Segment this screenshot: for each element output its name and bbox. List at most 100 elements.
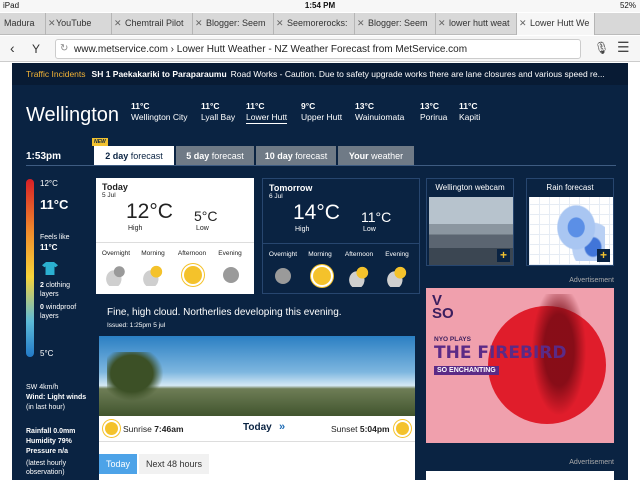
location-temp: 9°C [301, 101, 316, 111]
observation-note: (latest hourly observation) [26, 460, 67, 476]
sunrise-label: Sunrise [123, 424, 152, 434]
tab-label-bold: 5 day [186, 151, 210, 161]
feels-like-label: Feels like [40, 234, 70, 241]
tab-label: YouTube [56, 18, 92, 28]
alert-title[interactable]: Traffic Incidents [26, 69, 86, 79]
tab-label: forecast [292, 151, 328, 161]
reload-icon[interactable]: ↻ [60, 43, 68, 54]
forecast-summary: Fine, high cloud. Northerlies developing… [107, 307, 342, 318]
tab-your-weather[interactable]: Your weather [338, 146, 414, 165]
tab-5-day-forecast[interactable]: 5 day forecast [176, 146, 254, 165]
browser-tab[interactable]: ✕ lower hutt weat [436, 13, 517, 35]
location-upper-hutt[interactable]: 9°C Upper Hutt [301, 101, 342, 123]
tab-next-48-hours[interactable]: Next 48 hours [139, 454, 210, 474]
rain-forecast-panel[interactable]: Rain forecast + [526, 178, 614, 266]
date-label: 5 Jul [102, 192, 116, 199]
expand-rain-icon[interactable]: + [597, 249, 610, 262]
high-label: High [128, 225, 143, 232]
firebird-advert[interactable]: V SO NYO PLAYS THE FIREBIRD SO ENCHANTING [426, 288, 614, 443]
location-lower-hutt[interactable]: 11°C Lower Hutt [246, 101, 288, 124]
feels-like-value: 11°C [40, 243, 58, 252]
period-label: Evening [218, 250, 242, 257]
webcam-panel[interactable]: Wellington webcam + [426, 178, 514, 266]
windproof-label: windproof layers [40, 304, 77, 320]
current-temperature: 11°C [40, 197, 69, 212]
close-tab-icon[interactable]: ✕ [195, 18, 203, 29]
next-day-icon[interactable]: » [279, 421, 285, 433]
microphone-icon[interactable]: 🎙 [594, 41, 609, 55]
tab-label-bold: 10 day [264, 151, 293, 161]
browser-tab[interactable]: ✕ YouTube [46, 13, 112, 35]
today-forecast-card[interactable]: Today 5 Jul 12°C 5°C High Low Overnight … [96, 178, 254, 294]
tab-label-bold: Your [348, 151, 369, 161]
browser-tab[interactable]: ✕ Blogger: Seem [355, 13, 436, 35]
expand-webcam-icon[interactable]: + [497, 249, 510, 262]
browser-tab[interactable]: ✕ Blogger: Seem [193, 13, 274, 35]
ad-subtitle: SO ENCHANTING [434, 366, 499, 375]
browser-tab[interactable]: ✕ Chemtrail Pilot [112, 13, 193, 35]
cloud-sun-icon [386, 265, 408, 287]
thermometer-max: 12°C [40, 179, 58, 188]
clothing-label: clothing layers [40, 282, 70, 298]
close-tab-icon[interactable]: ✕ [519, 18, 527, 29]
browser-tab[interactable]: Madura [0, 13, 46, 35]
menu-icon[interactable]: ☰ [617, 39, 630, 56]
browser-tab[interactable]: ✕ Seemorerocks: [274, 13, 355, 35]
period-label: Afternoon [344, 251, 374, 258]
thermometer-min: 5°C [40, 349, 54, 358]
tab-label: weather [368, 151, 404, 161]
high-label: High [295, 226, 310, 233]
tab-label: Chemtrail Pilot [125, 18, 184, 28]
alert-text: Road Works - Caution. Due to safety upgr… [230, 69, 605, 79]
tomorrow-forecast-card[interactable]: Tomorrow 6 Jul 14°C 11°C High Low Overni… [262, 178, 420, 294]
advert-slot[interactable] [426, 471, 614, 480]
browser-tab-active[interactable]: ✕ Lower Hutt We [517, 13, 595, 35]
location-kapiti[interactable]: 11°C Kapiti [459, 101, 480, 123]
tab-2-day-forecast[interactable]: NEW 2 day forecast [92, 138, 174, 165]
ad-label: Advertisement [569, 277, 614, 284]
metservice-page: Traffic Incidents SH 1 Paekakariki to Par… [12, 63, 628, 480]
low-temp: 5°C [194, 208, 218, 224]
reader-icon[interactable]: Y [32, 42, 40, 56]
back-icon[interactable]: ‹ [10, 40, 15, 56]
location-name: Porirua [420, 112, 448, 122]
close-tab-icon[interactable]: ✕ [357, 18, 365, 29]
close-tab-icon[interactable]: ✕ [276, 18, 284, 29]
ad-kicker: NYO PLAYS [434, 336, 471, 343]
tab-bar: Madura ✕ YouTube ✕ Chemtrail Pilot ✕ Blogge… [0, 13, 640, 35]
tab-label: Lower Hutt We [530, 18, 590, 28]
status-bar: iPad 1:54 PM 52% [0, 0, 640, 12]
location-lyall-bay[interactable]: 11°C Lyall Bay [201, 101, 235, 123]
url-text: www.metservice.com › Lower Hutt Weather … [74, 44, 468, 55]
divider [96, 242, 254, 243]
location-name: Lower Hutt [246, 112, 288, 124]
location-wainuiomata[interactable]: 13°C Wainuiomata [355, 101, 404, 123]
close-tab-icon[interactable]: ✕ [438, 18, 446, 29]
tab-today[interactable]: Today [99, 454, 138, 474]
sunset-icon [396, 422, 409, 435]
rainfall: Rainfall 0.0mm [26, 428, 76, 435]
battery-level: 52% [619, 1, 636, 10]
pressure: Pressure n/a [26, 448, 69, 455]
hourly-tabs: Today Next 48 hours [99, 450, 415, 474]
location-temp: 13°C [355, 101, 374, 111]
sunrise-icon [105, 422, 118, 435]
tree-shape [107, 352, 169, 406]
date-label: 6 Jul [269, 193, 283, 200]
close-tab-icon[interactable]: ✕ [114, 18, 122, 29]
landscape-photo [99, 336, 415, 416]
low-temp: 11°C [361, 209, 392, 225]
location-wellington-city[interactable]: 11°C Wellington City [131, 101, 188, 123]
close-tab-icon[interactable]: ✕ [48, 18, 56, 29]
nzso-logo: V SO [432, 293, 454, 321]
alert-road: SH 1 Paekakariki to Paraparaumu [91, 69, 227, 79]
location-temp: 11°C [201, 101, 220, 111]
tab-10-day-forecast[interactable]: 10 day forecast [256, 146, 336, 165]
location-porirua[interactable]: 13°C Porirua [420, 101, 447, 123]
ad-dancer-image [524, 294, 594, 434]
humidity: Humidity 79% [26, 438, 72, 445]
tab-label: Madura [4, 18, 35, 28]
url-field[interactable]: ↻ www.metservice.com › Lower Hutt Weathe… [55, 39, 581, 59]
location-temp: 11°C [131, 101, 150, 111]
traffic-alert[interactable]: Traffic Incidents SH 1 Paekakariki to Par… [12, 63, 628, 85]
